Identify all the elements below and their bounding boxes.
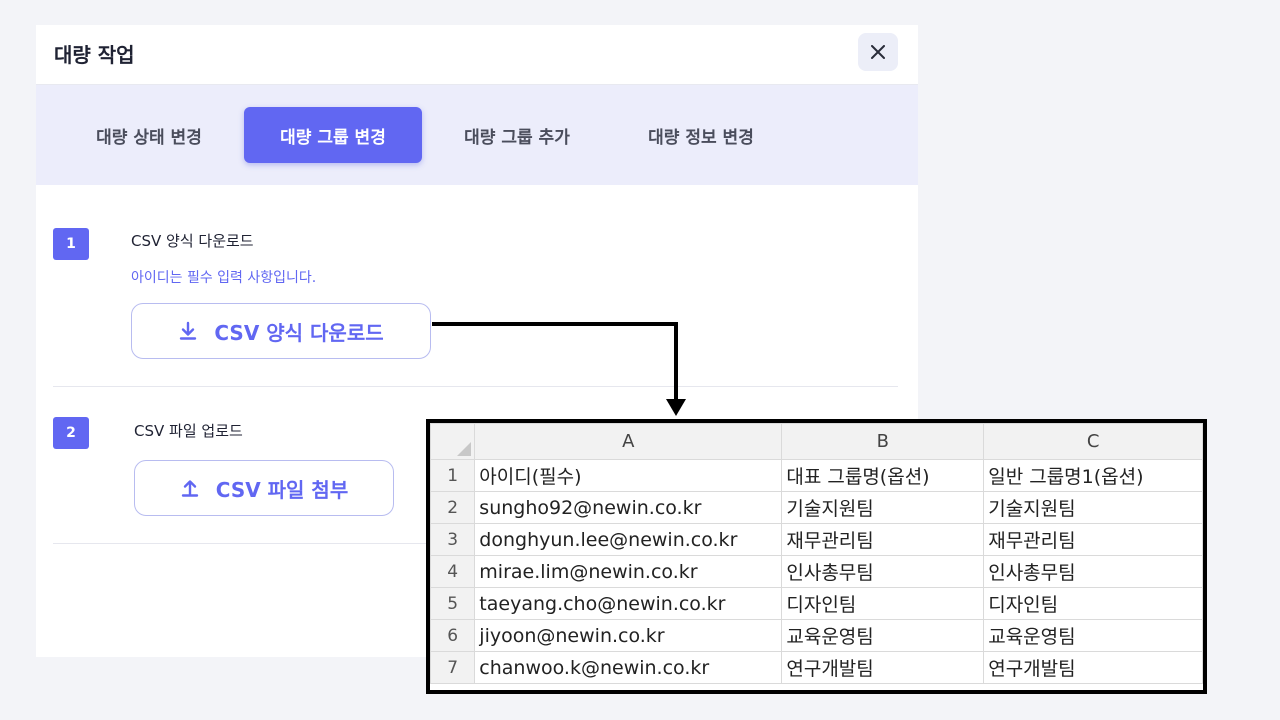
row-number[interactable]: 1: [430, 459, 476, 492]
table-row: 2 sungho92@newin.co.kr 기술지원팀 기술지원팀: [430, 491, 1203, 524]
table-cell[interactable]: jiyoon@newin.co.kr: [474, 619, 783, 652]
table-cell[interactable]: 대표 그룹명(옵션): [781, 459, 985, 492]
table-cell[interactable]: 교육운영팀: [983, 619, 1203, 652]
table-cell[interactable]: 재무관리팀: [781, 523, 985, 556]
table-cell[interactable]: chanwoo.k@newin.co.kr: [474, 651, 783, 684]
table-row: 4 mirae.lim@newin.co.kr 인사총무팀 인사총무팀: [430, 555, 1203, 588]
column-header-row: A B C: [430, 423, 1203, 460]
row-number[interactable]: 3: [430, 523, 476, 556]
table-cell[interactable]: taeyang.cho@newin.co.kr: [474, 587, 783, 620]
table-cell[interactable]: 기술지원팀: [781, 491, 985, 524]
table-cell[interactable]: 교육운영팀: [781, 619, 985, 652]
row-number[interactable]: 2: [430, 491, 476, 524]
column-header[interactable]: B: [781, 423, 985, 460]
spreadsheet-table: A B C 1 아이디(필수) 대표 그룹명(옵션) 일반 그룹명1(옵션) 2…: [430, 423, 1203, 684]
table-cell[interactable]: 인사총무팀: [983, 555, 1203, 588]
column-header[interactable]: A: [474, 423, 783, 460]
table-row: 5 taeyang.cho@newin.co.kr 디자인팀 디자인팀: [430, 587, 1203, 620]
table-cell[interactable]: donghyun.lee@newin.co.kr: [474, 523, 783, 556]
row-number[interactable]: 5: [430, 587, 476, 620]
table-cell[interactable]: 재무관리팀: [983, 523, 1203, 556]
row-number[interactable]: 6: [430, 619, 476, 652]
table-cell[interactable]: 아이디(필수): [474, 459, 783, 492]
select-all-corner[interactable]: [430, 423, 476, 460]
row-number[interactable]: 7: [430, 651, 476, 684]
row-number[interactable]: 4: [430, 555, 476, 588]
table-cell[interactable]: 연구개발팀: [983, 651, 1203, 684]
table-row: 6 jiyoon@newin.co.kr 교육운영팀 교육운영팀: [430, 619, 1203, 652]
table-row: 1 아이디(필수) 대표 그룹명(옵션) 일반 그룹명1(옵션): [430, 459, 1203, 492]
table-cell[interactable]: 기술지원팀: [983, 491, 1203, 524]
table-cell[interactable]: 디자인팀: [781, 587, 985, 620]
table-cell[interactable]: 디자인팀: [983, 587, 1203, 620]
table-cell[interactable]: sungho92@newin.co.kr: [474, 491, 783, 524]
table-row: 7 chanwoo.k@newin.co.kr 연구개발팀 연구개발팀: [430, 651, 1203, 684]
table-cell[interactable]: mirae.lim@newin.co.kr: [474, 555, 783, 588]
table-cell[interactable]: 일반 그룹명1(옵션): [983, 459, 1203, 492]
csv-spreadsheet-preview: A B C 1 아이디(필수) 대표 그룹명(옵션) 일반 그룹명1(옵션) 2…: [426, 419, 1207, 694]
column-header[interactable]: C: [983, 423, 1203, 460]
table-cell[interactable]: 연구개발팀: [781, 651, 985, 684]
table-row: 3 donghyun.lee@newin.co.kr 재무관리팀 재무관리팀: [430, 523, 1203, 556]
table-cell[interactable]: 인사총무팀: [781, 555, 985, 588]
